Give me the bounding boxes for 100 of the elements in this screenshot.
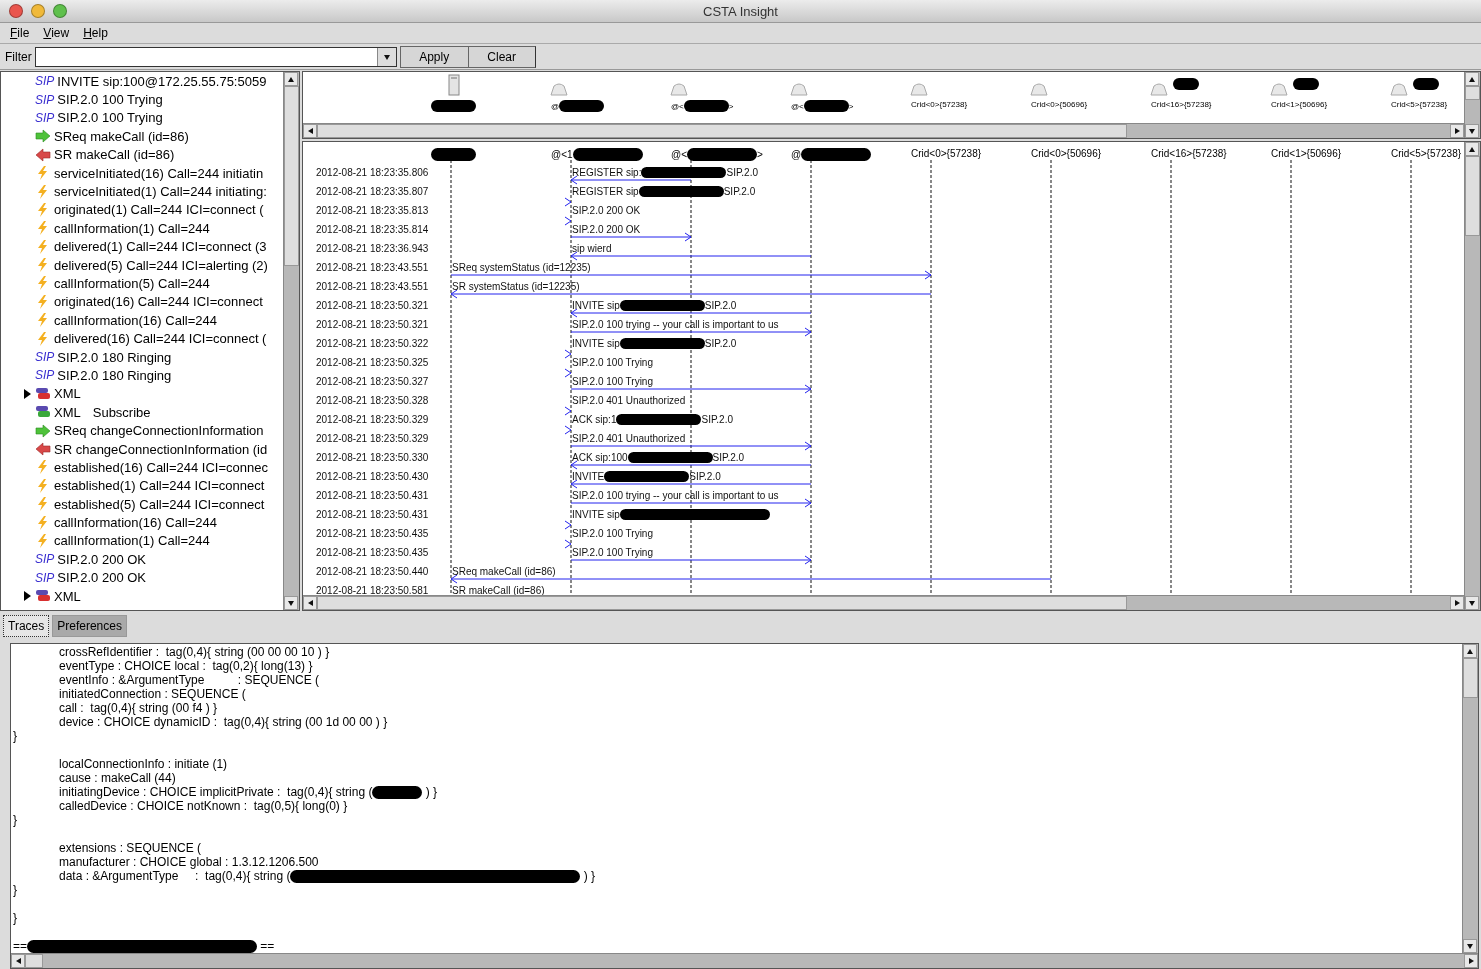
scroll-thumb[interactable] [284, 86, 299, 266]
sip-icon: SIP [35, 74, 55, 89]
tree-item[interactable]: originated(16) Call=244 ICI=connect [1, 292, 283, 312]
triangle-up-icon [1468, 75, 1476, 83]
tree-item[interactable]: SIP SIP.2.0 200 OK [1, 550, 283, 569]
horizontal-scrollbar[interactable] [303, 123, 1464, 138]
scroll-right-button[interactable] [1464, 954, 1478, 968]
tree-item[interactable]: XML [1, 586, 283, 606]
tree-item[interactable]: serviceInitiated(16) Call=244 initiatin [1, 163, 283, 183]
triangle-left-icon [306, 127, 314, 135]
trace-line: manufacturer : CHOICE global : 1.3.12.1206.500 [59, 855, 319, 869]
tree-item-label: originated(1) Call=244 ICI=connect ( [54, 202, 264, 218]
scroll-up-button[interactable] [1465, 142, 1479, 156]
timestamp: 2012-08-21 18:23:43.551 [316, 262, 429, 273]
menu-item[interactable]: Help [77, 26, 116, 40]
scroll-left-button[interactable] [303, 596, 317, 610]
scroll-down-button[interactable] [1463, 939, 1477, 953]
scroll-up-button[interactable] [284, 72, 298, 86]
tree-item-label: callInformation(16) Call=244 [54, 312, 217, 328]
trace-line: calledDevice : CHOICE notKnown : tag(0,5){ long(0) } [59, 799, 348, 813]
tree-item[interactable]: established(5) Call=244 ICI=connect [1, 495, 283, 514]
tree-item[interactable]: delivered(1) Call=244 ICI=connect (3 [1, 237, 283, 256]
tree-item-label: XML [54, 588, 81, 604]
lane-label: Crid<16>{57238} [1151, 100, 1212, 109]
tree-item-label: callInformation(5) Call=244 [54, 276, 210, 291]
tree-item[interactable]: SIP SIP.2.0 180 Ringing [1, 366, 283, 385]
zoom-button[interactable] [53, 4, 67, 18]
vertical-scrollbar[interactable] [1464, 72, 1480, 138]
trace-line: } [13, 883, 17, 897]
scroll-thumb[interactable] [317, 124, 1127, 138]
tree-item[interactable]: SIP SIP.2.0 200 OK [1, 568, 283, 587]
scroll-thumb[interactable] [317, 596, 1127, 610]
tree-item[interactable]: callInformation(5) Call=244 [1, 274, 283, 293]
menu-item[interactable]: File [4, 26, 38, 40]
collapsed-triangle-icon[interactable] [23, 590, 32, 603]
scroll-down-button[interactable] [284, 596, 298, 610]
scroll-thumb[interactable] [1465, 156, 1480, 236]
tree-item[interactable]: established(16) Call=244 ICI=connec [1, 458, 283, 477]
scroll-up-button[interactable] [1465, 72, 1479, 86]
triangle-right-icon [1453, 599, 1461, 607]
lane-label: @< [671, 101, 684, 111]
close-button[interactable] [9, 4, 23, 18]
trace-line: } [13, 729, 17, 743]
tab[interactable]: Preferences [52, 615, 127, 637]
scroll-left-button[interactable] [303, 124, 317, 138]
scroll-up-button[interactable] [1463, 644, 1477, 658]
horizontal-scrollbar[interactable] [11, 953, 1478, 968]
tree-item[interactable]: serviceInitiated(1) Call=244 initiating: [1, 182, 283, 201]
timestamp: 2012-08-21 18:23:50.325 [316, 357, 429, 368]
scroll-right-button[interactable] [1450, 596, 1464, 610]
tree-item[interactable]: callInformation(1) Call=244 [1, 531, 283, 551]
minimize-button[interactable] [31, 4, 45, 18]
dropdown-button[interactable] [376, 48, 396, 66]
tree-item-detail: Subscribe [92, 404, 151, 420]
tree-item[interactable]: SIP INVITE sip:100@172.25.55.75:5059 [1, 72, 283, 91]
message-label: SReq makeCall (id=86) [452, 566, 556, 577]
tree-item[interactable]: XML [1, 384, 283, 404]
menu-item[interactable]: View [37, 26, 78, 40]
message-label: SIP.2.0 401 Unauthorized [572, 395, 686, 406]
vertical-scrollbar[interactable] [1464, 142, 1480, 610]
scroll-left-button[interactable] [11, 954, 25, 968]
tab[interactable]: Traces [3, 615, 50, 637]
tree-item[interactable]: callInformation(16) Call=244 [1, 311, 283, 330]
tree-item[interactable]: SIP SIP.2.0 100 Trying [1, 90, 283, 109]
clear-button[interactable]: Clear [467, 46, 536, 68]
tree-item[interactable]: delivered(16) Call=244 ICI=connect ( [1, 329, 283, 348]
tree-item[interactable]: SIP SIP.2.0 180 Ringing [1, 347, 283, 367]
tree-item[interactable]: SReq makeCall (id=86) [1, 127, 283, 146]
tree-item[interactable]: SIP SIP.2.0 100 Trying [1, 108, 283, 128]
tree-item-label: established(5) Call=244 ICI=connect [54, 496, 265, 512]
apply-button[interactable]: Apply [399, 46, 468, 68]
scroll-thumb[interactable] [1465, 86, 1480, 100]
vertical-scrollbar[interactable] [1462, 644, 1478, 953]
tree-item[interactable]: delivered(5) Call=244 ICI=alerting (2) [1, 255, 283, 275]
message-label: SIP.2.0 100 trying -- your call is important to us [572, 319, 779, 330]
triangle-down-icon [382, 53, 391, 61]
phone-icon [1029, 82, 1049, 96]
tree-item[interactable]: SR changeConnectionInformation (id [1, 439, 283, 459]
scroll-down-button[interactable] [1465, 124, 1479, 138]
tree-item[interactable]: originated(1) Call=244 ICI=connect ( [1, 200, 283, 220]
tree-item[interactable]: callInformation(1) Call=244 [1, 219, 283, 238]
collapsed-triangle-icon[interactable] [23, 387, 32, 400]
scroll-right-button[interactable] [1450, 124, 1464, 138]
lane-label: > [757, 149, 763, 160]
tree-item-label: delivered(16) Call=244 ICI=connect ( [54, 331, 267, 347]
timestamp: 2012-08-21 18:23:50.430 [316, 471, 429, 482]
tree-item[interactable]: SReq changeConnectionInformation [1, 421, 283, 440]
filter-combo-box[interactable] [34, 47, 397, 67]
phone-icon [789, 82, 809, 96]
tree-item[interactable]: XML Subscribe [1, 403, 283, 422]
horizontal-scrollbar[interactable] [303, 595, 1464, 610]
scroll-thumb[interactable] [25, 954, 43, 968]
vertical-scrollbar[interactable] [283, 72, 299, 610]
tree-item[interactable]: SR makeCall (id=86) [1, 145, 283, 164]
scroll-down-button[interactable] [1465, 596, 1479, 610]
tree-item[interactable]: callInformation(16) Call=244 [1, 513, 283, 532]
tree-item[interactable]: established(1) Call=244 ICI=connect [1, 476, 283, 495]
message-label: SIP.2.0 [712, 452, 745, 463]
trace-line: } [13, 813, 17, 827]
scroll-thumb[interactable] [1463, 658, 1478, 698]
